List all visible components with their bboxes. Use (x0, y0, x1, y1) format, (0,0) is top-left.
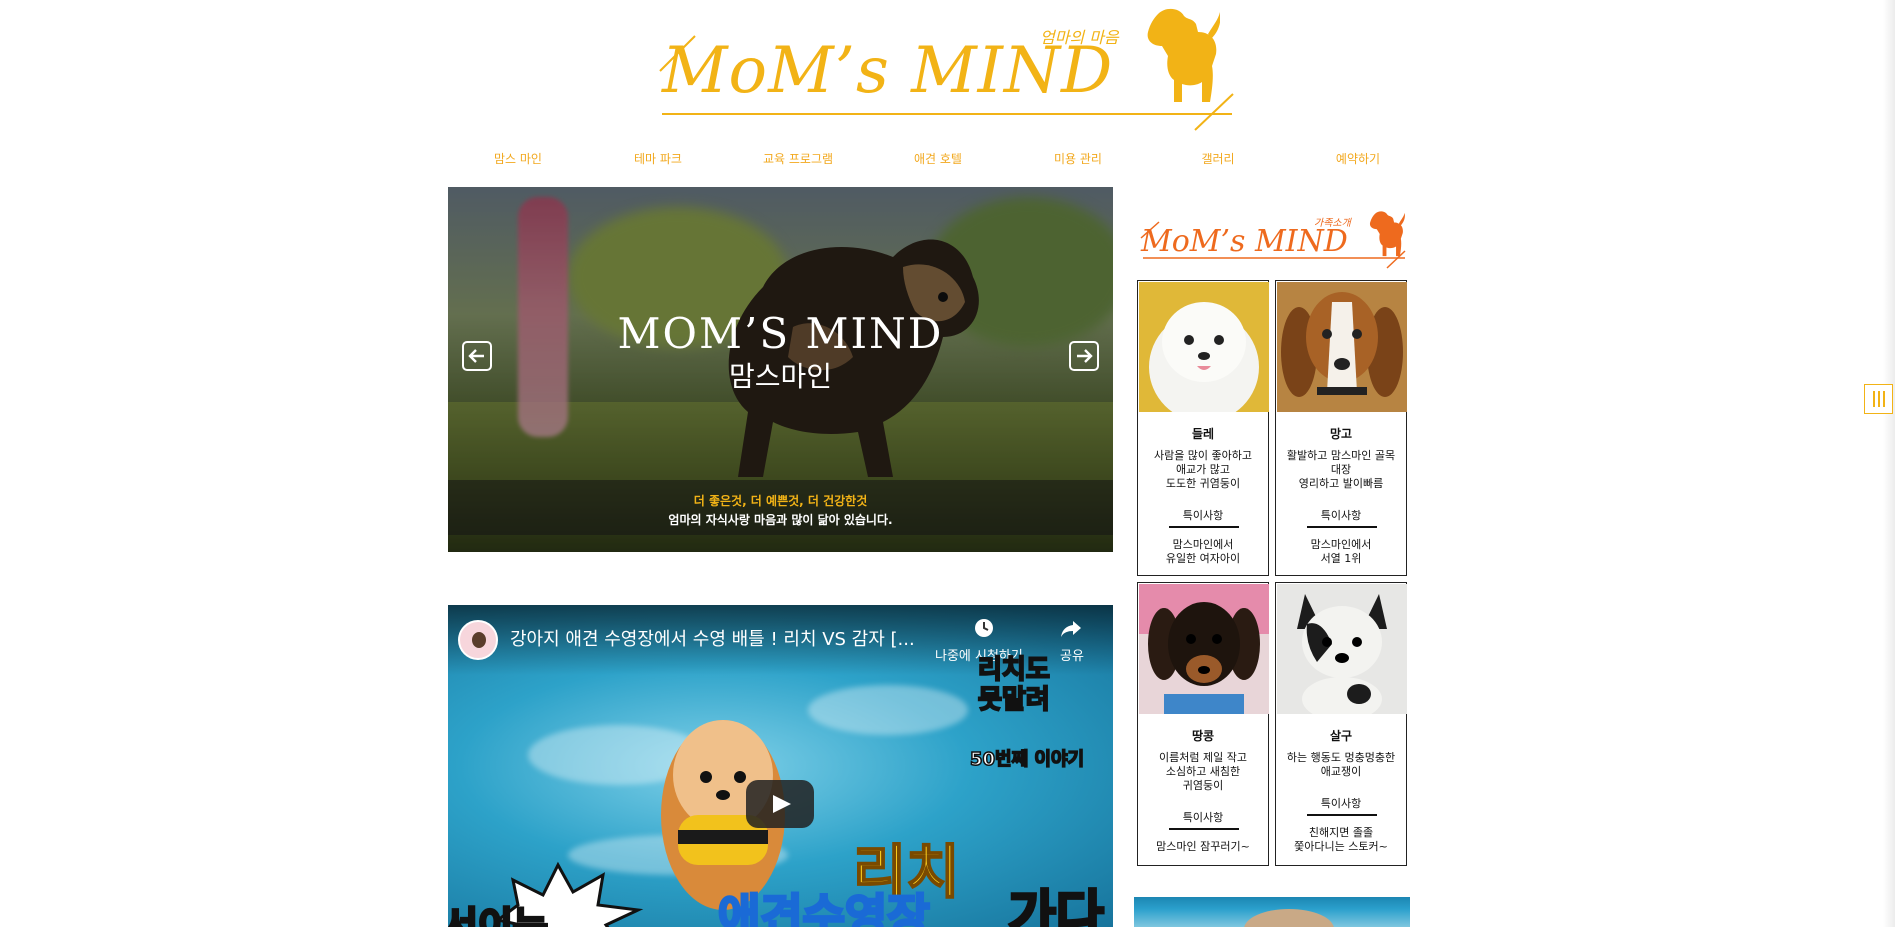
video-overlay-word: 가다 (1007, 885, 1106, 927)
family-card[interactable]: 들레 사람을 많이 좋아하고 애교가 많고 도도한 귀염둥이 특이사항 맘스마인… (1137, 280, 1269, 576)
hero-caption-line2: 엄마의 자식사랑 마음과 많이 닮아 있습니다. (668, 513, 893, 527)
family-card[interactable]: 살구 하는 행동도 멍충멍충한 애교쟁이 특이사항 친해지면 졸졸 쫓아다니는 … (1275, 582, 1407, 866)
dog-photo-dachshund (1139, 584, 1269, 714)
divider (1169, 828, 1239, 830)
hero-caption: 더 좋은것, 더 예쁜것, 더 건강한것 엄마의 자식사랑 마음과 많이 닮아 … (448, 480, 1113, 535)
video-title[interactable]: 강아지 애견 수영장에서 수영 배틀 ! 리치 VS 감자 [... (510, 625, 915, 651)
member-name: 땅콩 (1191, 729, 1215, 743)
family-card[interactable]: 망고 활발하고 맘스마인 골목 대장 영리하고 발이빠름 특이사항 맘스마인에서… (1275, 280, 1407, 576)
family-photo (1139, 282, 1269, 412)
hero-subtitle: 맘스마인 (728, 360, 833, 393)
youtube-video-embed[interactable]: 강아지 애견 수영장에서 수영 배틀 ! 리치 VS 감자 [... 나중에 시… (448, 605, 1113, 927)
feature-label: 특이사항 (1320, 509, 1362, 522)
member-name: 망고 (1329, 427, 1353, 441)
page-edge (1883, 0, 1895, 927)
family-logo-text: MoM’s MIND (1141, 224, 1348, 259)
hero-caption-line1: 더 좋은것, 더 예쁜것, 더 건강한것 (693, 494, 868, 508)
member-note: 맘스마인에서 유일한 여자아이 (1165, 538, 1241, 565)
member-desc: 이름처럼 제일 작고 소심하고 새침한 귀염둥이 (1159, 751, 1247, 792)
member-note: 맘스마인 잠꾸러기~ (1156, 840, 1250, 853)
nav-item-grooming[interactable]: 미용 관리 (1008, 150, 1148, 172)
nav-item-moms-mind[interactable]: 맘스 마인 (448, 150, 588, 172)
site-logo[interactable]: MoM’s MIND 엄마의 마음 (650, 6, 1240, 136)
family-logo: MoM’s MIND 가족소개 (1137, 208, 1412, 270)
channel-avatar[interactable] (458, 620, 498, 660)
menu-bar (1878, 391, 1880, 407)
feature-label: 특이사항 (1182, 509, 1224, 522)
nav-item-education[interactable]: 교육 프로그램 (728, 150, 868, 172)
nav-item-hotel[interactable]: 애견 호텔 (868, 150, 1008, 172)
clock-icon[interactable] (973, 617, 995, 639)
hero-title: MOM’S MIND (617, 309, 944, 358)
member-note: 친해지면 졸졸 쫓아다니는 스토커~ (1294, 826, 1388, 853)
arrow-right-icon (1077, 349, 1093, 363)
slider-prev-button[interactable] (462, 341, 492, 371)
family-card[interactable]: 땅콩 이름처럼 제일 작고 소심하고 새침한 귀염둥이 특이사항 맘스마인 잠꾸… (1137, 582, 1269, 866)
hero-slider: MOM’S MIND 맘스마인 더 좋은것, 더 예쁜것, 더 건강한것 엄마의… (448, 187, 1113, 552)
family-photo (1277, 584, 1407, 714)
video-overlay-word: 애견수영장 (717, 888, 932, 927)
family-logo-subtitle: 가족소개 (1314, 218, 1351, 229)
pool-thumbnail[interactable] (1134, 897, 1410, 927)
member-desc: 하는 행동도 멍충멍충한 애교쟁이 (1286, 751, 1396, 778)
nav-item-reservation[interactable]: 예약하기 (1288, 150, 1428, 172)
video-overlay-word: 서이는 (448, 903, 549, 927)
member-desc: 활발하고 맘스마인 골목 대장 영리하고 발이빠름 (1286, 449, 1396, 490)
divider (1169, 526, 1239, 528)
menu-bar (1883, 391, 1885, 407)
main-nav: 맘스 마인 테마 파크 교육 프로그램 애견 호텔 미용 관리 갤러리 예약하기 (448, 150, 1428, 172)
dog-photo-frenchie (1297, 594, 1387, 714)
member-name: 들레 (1191, 427, 1215, 441)
dog-logo-icon (1369, 211, 1405, 257)
member-name: 살구 (1329, 729, 1353, 743)
feature-label: 특이사항 (1320, 797, 1362, 810)
family-photo (1277, 282, 1407, 412)
dog-logo-icon (1147, 9, 1220, 102)
dog-photo-maltese (1149, 302, 1259, 412)
member-note: 맘스마인에서 서열 1위 (1310, 538, 1372, 565)
divider (1307, 814, 1377, 816)
family-photo (1139, 584, 1269, 714)
sticker-subtext: 50번째 이야기 (969, 748, 1085, 771)
slider-next-button[interactable] (1069, 341, 1099, 371)
member-desc: 사람을 많이 좋아하고 애교가 많고 도도한 귀염둥이 (1153, 449, 1253, 490)
arrow-left-icon (468, 349, 484, 363)
side-menu-button[interactable] (1864, 384, 1893, 414)
share-icon[interactable] (1060, 617, 1082, 639)
dog-photo-beagle (1281, 292, 1403, 397)
feature-label: 특이사항 (1182, 811, 1224, 824)
nav-item-gallery[interactable]: 갤러리 (1148, 150, 1288, 172)
sticker-text: 리치도 못말려 (977, 654, 1051, 716)
nav-item-theme-park[interactable]: 테마 파크 (588, 150, 728, 172)
divider (1307, 526, 1377, 528)
menu-bar (1873, 391, 1875, 407)
water-ripple (808, 685, 968, 735)
video-sticker: 리치도 못말려 50번째 이야기 (968, 645, 1108, 775)
play-button[interactable] (746, 780, 814, 828)
logo-subtitle: 엄마의 마음 (1040, 28, 1119, 47)
